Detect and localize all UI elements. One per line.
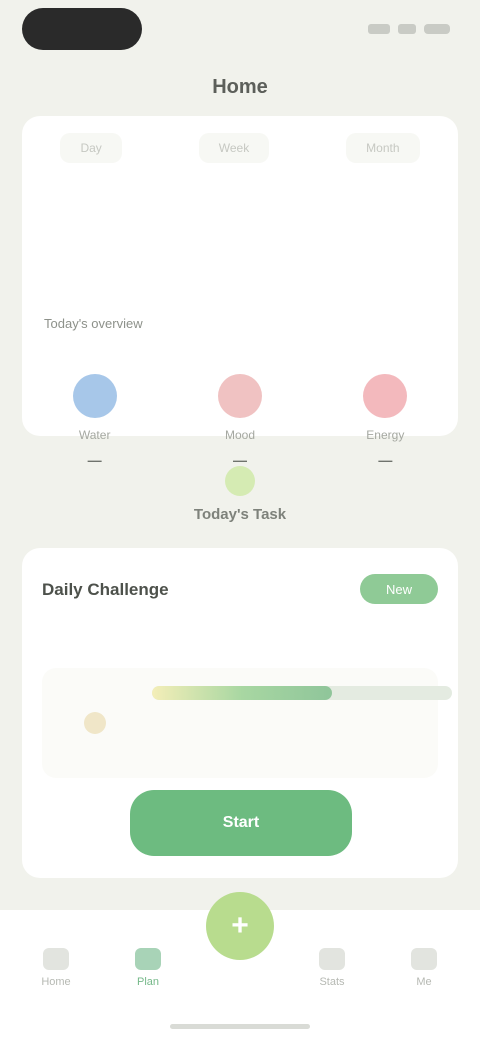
stat-label: Mood	[224, 428, 255, 442]
tab-label: Plan	[136, 976, 160, 988]
leaf-icon	[225, 466, 255, 496]
dynamic-island	[22, 8, 142, 50]
status-bar	[0, 0, 480, 60]
tab-plan[interactable]: Plan	[118, 948, 178, 988]
signal-icon	[368, 24, 390, 34]
task-item[interactable]	[42, 668, 452, 778]
overview-caption-text: Today's overview	[44, 316, 143, 331]
stat-water[interactable]: Water —	[40, 374, 150, 468]
start-button[interactable]: Start	[130, 790, 352, 856]
stat-energy[interactable]: Energy —	[330, 374, 440, 468]
page-title: Home	[212, 76, 268, 98]
tab-day[interactable]: Day	[60, 133, 122, 163]
section-title: Today's Task	[193, 506, 287, 523]
tab-me[interactable]: Me	[394, 948, 454, 988]
overview-card: Day Week Month Today's overview Water — …	[22, 116, 458, 468]
task-progress-fill	[152, 686, 332, 700]
task-bullet-icon	[84, 712, 106, 734]
stat-label: Water	[78, 428, 111, 442]
task-progress-bar	[152, 686, 452, 700]
tab-month[interactable]: Month	[346, 133, 420, 163]
wifi-icon	[398, 24, 416, 34]
stat-value: —	[378, 452, 393, 468]
home-icon	[43, 948, 69, 970]
calendar-icon	[135, 948, 161, 970]
tab-stats[interactable]: Stats	[302, 948, 362, 988]
task-badge[interactable]: New	[360, 574, 438, 604]
stat-label: Energy	[366, 428, 405, 442]
period-tabs: Day Week Month	[22, 116, 458, 180]
stat-mood[interactable]: Mood —	[185, 374, 295, 468]
tab-label: Stats	[319, 976, 345, 988]
task-card: Daily Challenge New Start	[22, 548, 458, 878]
water-drop-icon	[72, 374, 117, 418]
task-title: Daily Challenge	[42, 580, 169, 599]
tab-label: Home	[41, 976, 71, 988]
tab-week[interactable]: Week	[198, 133, 270, 163]
heart-icon	[217, 374, 262, 418]
overview-caption: Today's overview	[44, 316, 143, 331]
stat-row: Water — Mood — Energy —	[22, 374, 458, 468]
tab-label: Me	[416, 976, 432, 988]
stat-value: —	[87, 452, 102, 468]
status-icons	[368, 24, 450, 34]
add-button[interactable]: +	[206, 892, 274, 960]
flame-icon	[363, 374, 408, 418]
tab-home[interactable]: Home	[26, 948, 86, 988]
home-indicator	[170, 1024, 310, 1029]
battery-icon	[424, 24, 450, 34]
user-icon	[411, 948, 437, 970]
chart-icon	[319, 948, 345, 970]
